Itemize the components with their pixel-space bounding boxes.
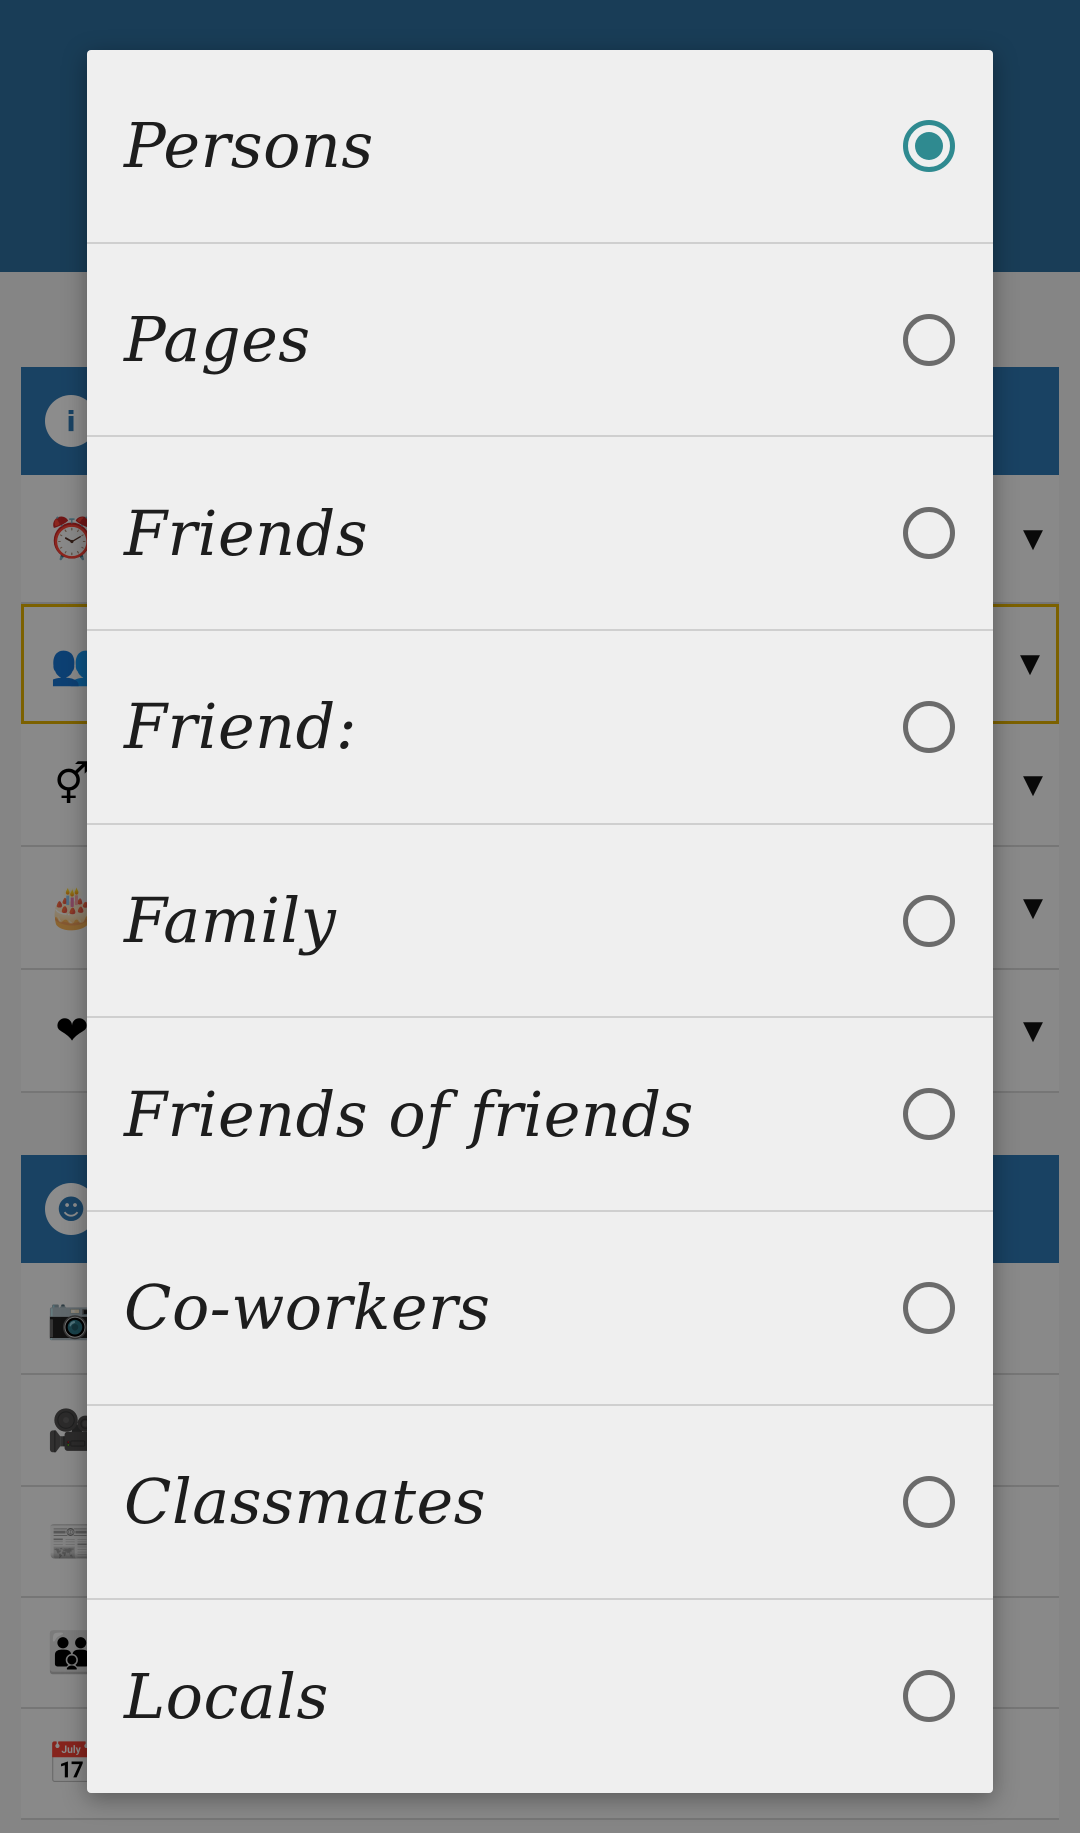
radio-button[interactable] <box>903 1670 955 1723</box>
option-pages[interactable]: Pages <box>87 244 993 438</box>
option-label: Friends of friends <box>124 1077 694 1151</box>
option-label: Co-workers <box>124 1271 491 1345</box>
radio-button[interactable] <box>903 1281 955 1334</box>
option-label: Classmates <box>124 1465 487 1539</box>
option-friends[interactable]: Friends <box>87 437 993 632</box>
radio-button[interactable] <box>903 1088 955 1141</box>
option-co-workers[interactable]: Co-workers <box>87 1212 993 1406</box>
option-label: Persons <box>124 109 374 183</box>
option-classmates[interactable]: Classmates <box>87 1406 993 1600</box>
option-label: Pages <box>124 303 311 377</box>
radio-button[interactable] <box>903 507 955 560</box>
radio-button[interactable] <box>903 894 955 947</box>
option-persons[interactable]: Persons <box>87 50 993 244</box>
option-friend[interactable]: Friend: <box>87 631 993 825</box>
option-family[interactable]: Family <box>87 825 993 1019</box>
radio-button[interactable] <box>903 1475 955 1528</box>
option-locals[interactable]: Locals <box>87 1600 993 1794</box>
radio-button[interactable] <box>903 700 955 753</box>
option-label: Friend: <box>124 690 358 764</box>
radio-button[interactable] <box>903 119 955 172</box>
option-friends-of-friends[interactable]: Friends of friends <box>87 1018 993 1213</box>
option-label: Family <box>124 884 337 958</box>
radio-button[interactable] <box>903 313 955 366</box>
selection-dialog: Persons Pages Friends Friend: Family Fri… <box>87 50 993 1793</box>
option-label: Friends <box>124 496 369 570</box>
option-label: Locals <box>124 1659 329 1733</box>
